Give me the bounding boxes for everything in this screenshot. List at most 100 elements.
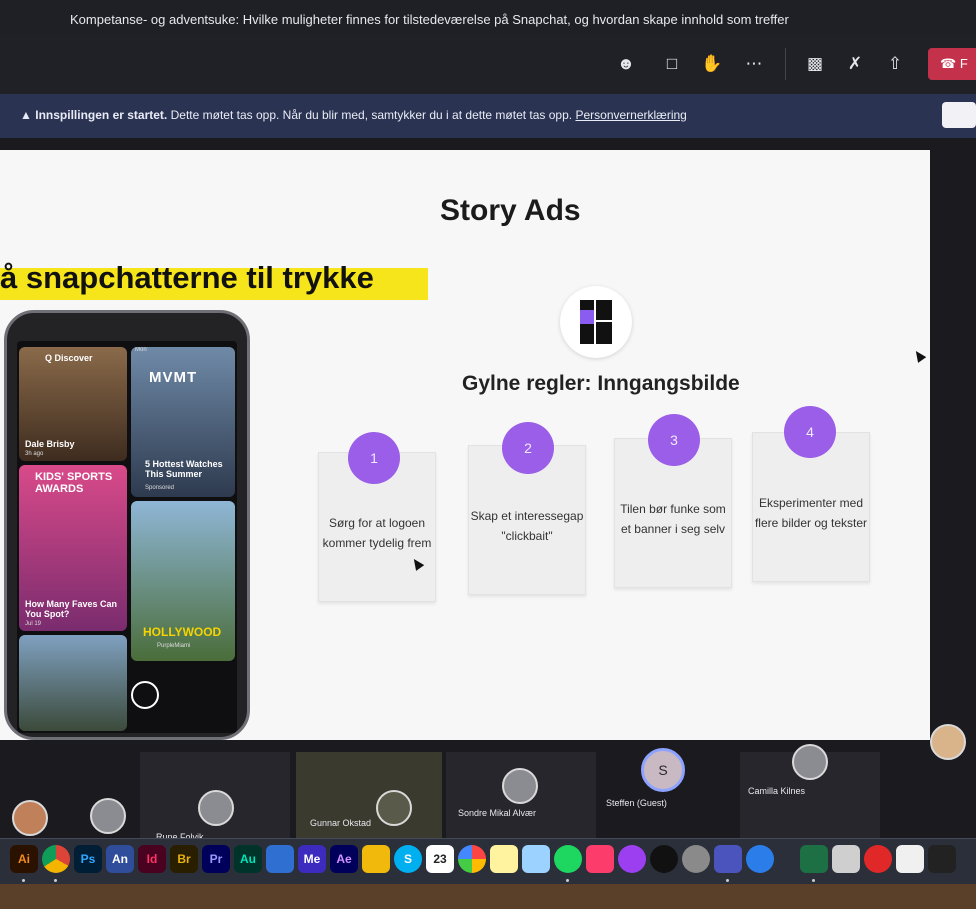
tile-subtitle: 3h ago	[25, 451, 44, 457]
tile-title: Dale Brisby	[25, 439, 75, 449]
mic-off-icon[interactable]: ✗	[843, 52, 867, 76]
running-indicator	[566, 879, 569, 882]
people-icon[interactable]: ☻	[614, 52, 638, 76]
avatar	[198, 790, 234, 826]
photoshop-icon[interactable]: Ps	[74, 845, 102, 873]
chat-icon[interactable]: □	[660, 52, 684, 76]
discover-tile: KIDS' SPORTS AWARDS How Many Faves Can Y…	[19, 465, 127, 631]
after-effects-icon[interactable]: Ae	[330, 845, 358, 873]
avatar	[930, 724, 966, 760]
skype-icon[interactable]: S	[394, 845, 422, 873]
media-encoder-icon[interactable]: Me	[298, 845, 326, 873]
more-icon[interactable]: ⋯	[742, 52, 766, 76]
recording-status: Innspillingen er startet.	[35, 108, 168, 122]
dock-icon-label: Br	[177, 852, 191, 866]
leave-button[interactable]: ☎ F	[928, 48, 976, 80]
step-text: Tilen bør funke som et banner i seg selv	[620, 502, 726, 536]
apple-tv-icon[interactable]	[650, 845, 678, 873]
tile-title: HOLLYWOOD	[143, 625, 222, 639]
tile-title: KIDS' SPORTS AWARDS	[35, 471, 113, 495]
privacy-link[interactable]: Personvernerklæring	[575, 108, 686, 122]
logo-purple-square	[580, 310, 594, 324]
teams-icon[interactable]	[714, 845, 742, 873]
system-preferences-icon[interactable]	[682, 845, 710, 873]
music-icon[interactable]	[586, 845, 614, 873]
shared-slide: å snapchatterne til trykke Story Ads Gyl…	[0, 150, 930, 740]
participant-tile	[296, 752, 442, 842]
calendar-icon[interactable]: 23	[426, 845, 454, 873]
tile-subtitle: PurpleMiami	[157, 643, 191, 649]
participant-name: Sondre Mikal Alvær	[458, 808, 537, 818]
participant-name: Steffen (Guest)	[606, 798, 667, 808]
story-ads-logo	[560, 286, 632, 358]
animate-icon[interactable]: An	[106, 845, 134, 873]
warning-icon: ▲	[20, 108, 32, 122]
tile-date: Mon	[135, 347, 147, 353]
raise-hand-icon[interactable]: ✋	[700, 52, 724, 76]
audition-icon[interactable]: Au	[234, 845, 262, 873]
dock-icon-label: Pr	[209, 852, 223, 866]
discover-tile	[19, 635, 127, 731]
excel-icon[interactable]	[800, 845, 828, 873]
participant-name: Gunnar Okstad	[310, 818, 372, 828]
slide-headline: å snapchatterne til trykke	[0, 260, 374, 295]
avatar	[90, 798, 126, 834]
logo-divider	[596, 320, 612, 322]
discover-tile: HOLLYWOOD PurpleMiami	[131, 501, 235, 661]
outlook-icon[interactable]	[746, 845, 774, 873]
discover-label: Q Discover	[45, 353, 93, 363]
share-screen-icon[interactable]: ⇧	[883, 52, 907, 76]
premiere-icon[interactable]: Pr	[202, 845, 230, 873]
avatar	[502, 768, 538, 804]
window-title: Kompetanse- og adventsuke: Hvilke muligh…	[0, 0, 976, 34]
running-indicator	[812, 879, 815, 882]
phone-mockup: Q Discover Dale Brisby 3h ago Mon MVMT 5…	[4, 310, 250, 740]
recording-banner: ▲ Innspillingen er startet. Dette møtet …	[0, 94, 976, 138]
dock-icon-label: Ai	[18, 852, 30, 866]
dock-icon-label: Ae	[336, 852, 352, 866]
discover-tile: Mon MVMT 5 Hottest Watches This Summer S…	[131, 347, 235, 497]
toolbar-divider	[785, 48, 786, 80]
banner-dismiss-button[interactable]	[942, 102, 976, 128]
participant-name: Camilla Kilnes	[748, 786, 806, 796]
photos-icon[interactable]	[458, 845, 486, 873]
avatar	[12, 800, 48, 836]
running-indicator	[54, 879, 57, 882]
meeting-toolbar: ☻ □ ✋ ⋯ ▩ ✗ ⇧ ☎ F	[0, 34, 976, 94]
bridge-icon[interactable]: Br	[170, 845, 198, 873]
dock-icon-label: S	[403, 852, 412, 866]
notes-icon[interactable]	[490, 845, 518, 873]
illustrator-icon[interactable]: Ai	[10, 845, 38, 873]
keychain-icon[interactable]	[832, 845, 860, 873]
logo-divider	[594, 300, 596, 344]
spotify-icon[interactable]	[554, 845, 582, 873]
recording-notice: Dette møtet tas opp. Når du blir med, sa…	[170, 108, 573, 122]
acrobat-reader-icon[interactable]	[864, 845, 892, 873]
discover-tile: Q Discover Dale Brisby 3h ago	[19, 347, 127, 461]
macos-dock: Ai Ps An Id Br Pr Au Me Ae S 23	[0, 838, 976, 884]
maps-icon[interactable]	[522, 845, 550, 873]
avatar	[792, 744, 828, 780]
sublime-icon[interactable]	[362, 845, 390, 873]
acrobat-icon[interactable]	[896, 845, 924, 873]
step-number: 1	[348, 432, 400, 484]
active-speaker-avatar: S	[641, 748, 685, 792]
avatar	[376, 790, 412, 826]
running-indicator	[22, 879, 25, 882]
tile-title: How Many Faves Can You Spot?	[25, 599, 118, 619]
step-text: Skap et interessegap "clickbait"	[470, 509, 584, 543]
dock-icon-label: 23	[433, 852, 447, 866]
podcasts-icon[interactable]	[618, 845, 646, 873]
indesign-icon[interactable]: Id	[138, 845, 166, 873]
leave-button-label: F	[959, 56, 968, 71]
acrobat-pro-icon[interactable]	[928, 845, 956, 873]
desk-surface	[0, 884, 976, 909]
dock-icon-label: Ps	[80, 852, 96, 866]
camera-off-icon[interactable]: ▩	[803, 52, 827, 76]
chrome-icon[interactable]	[42, 845, 70, 873]
finder-icon[interactable]	[266, 845, 294, 873]
step-number: 2	[502, 422, 554, 474]
step-text: Eksperimenter med flere bilder og tekste…	[754, 496, 868, 530]
tile-subtitle: Jul 19	[25, 621, 42, 627]
step-text: Sørg for at logoen kommer tydelig frem	[322, 516, 432, 550]
